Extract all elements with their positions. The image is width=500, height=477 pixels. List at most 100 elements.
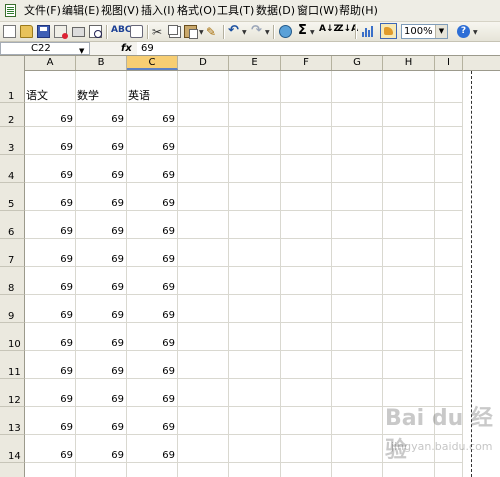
- name-box[interactable]: C22 ▼: [0, 42, 90, 55]
- formula-input[interactable]: 69: [137, 42, 500, 55]
- cell-c4[interactable]: 69: [127, 155, 178, 183]
- row-header-3[interactable]: 3: [0, 127, 25, 155]
- cell-c12[interactable]: 69: [127, 379, 178, 407]
- cell-g3[interactable]: [332, 127, 383, 155]
- column-header-d[interactable]: D: [178, 56, 229, 70]
- cell-b8[interactable]: 69: [76, 267, 127, 295]
- cell-b2[interactable]: 69: [76, 103, 127, 127]
- cell-a10[interactable]: 69: [25, 323, 76, 351]
- column-header-g[interactable]: G: [332, 56, 383, 70]
- row-header-12[interactable]: 12: [0, 379, 25, 407]
- row-header-8[interactable]: 8: [0, 267, 25, 295]
- cell-a15[interactable]: 69: [25, 463, 76, 477]
- column-header-c[interactable]: C: [127, 56, 178, 70]
- cell-e5[interactable]: [229, 183, 281, 211]
- cell-e7[interactable]: [229, 239, 281, 267]
- cell-c3[interactable]: 69: [127, 127, 178, 155]
- cell-f5[interactable]: [281, 183, 332, 211]
- menu-insert[interactable]: 插入(I): [141, 5, 175, 17]
- chart-wizard-icon[interactable]: [361, 25, 373, 38]
- cell-a4[interactable]: 69: [25, 155, 76, 183]
- cell-h9[interactable]: [383, 295, 435, 323]
- cell-a13[interactable]: 69: [25, 407, 76, 435]
- cell-b14[interactable]: 69: [76, 435, 127, 463]
- cell-i6[interactable]: [435, 211, 463, 239]
- cell-i13[interactable]: [435, 407, 463, 435]
- cell-g1[interactable]: [332, 71, 383, 103]
- cell-d3[interactable]: [178, 127, 229, 155]
- row-header-6[interactable]: 6: [0, 211, 25, 239]
- cell-f4[interactable]: [281, 155, 332, 183]
- cell-c1[interactable]: 英语: [127, 71, 178, 103]
- cell-h8[interactable]: [383, 267, 435, 295]
- row-header-1[interactable]: 1: [0, 71, 25, 103]
- cell-i9[interactable]: [435, 295, 463, 323]
- cell-e4[interactable]: [229, 155, 281, 183]
- cell-g7[interactable]: [332, 239, 383, 267]
- cell-e1[interactable]: [229, 71, 281, 103]
- cell-i10[interactable]: [435, 323, 463, 351]
- cell-c10[interactable]: 69: [127, 323, 178, 351]
- cell-f11[interactable]: [281, 351, 332, 379]
- cell-d1[interactable]: [178, 71, 229, 103]
- row-header-5[interactable]: 5: [0, 183, 25, 211]
- column-header-e[interactable]: E: [229, 56, 281, 70]
- excel-app-icon[interactable]: [5, 4, 16, 17]
- cell-g4[interactable]: [332, 155, 383, 183]
- cell-e15[interactable]: [229, 463, 281, 477]
- cell-d12[interactable]: [178, 379, 229, 407]
- cell-i8[interactable]: [435, 267, 463, 295]
- cell-f14[interactable]: [281, 435, 332, 463]
- new-document-icon[interactable]: [3, 25, 16, 38]
- cell-d11[interactable]: [178, 351, 229, 379]
- cell-c13[interactable]: 69: [127, 407, 178, 435]
- row-header-9[interactable]: 9: [0, 295, 25, 323]
- cell-f7[interactable]: [281, 239, 332, 267]
- save-icon[interactable]: [37, 25, 50, 38]
- cell-b11[interactable]: 69: [76, 351, 127, 379]
- cell-d7[interactable]: [178, 239, 229, 267]
- cell-g8[interactable]: [332, 267, 383, 295]
- cell-b15[interactable]: 69: [76, 463, 127, 477]
- cut-icon[interactable]: ✂: [152, 25, 164, 39]
- cell-g6[interactable]: [332, 211, 383, 239]
- cell-a12[interactable]: 69: [25, 379, 76, 407]
- cell-f8[interactable]: [281, 267, 332, 295]
- cell-h2[interactable]: [383, 103, 435, 127]
- menu-edit[interactable]: 编辑(E): [62, 5, 100, 17]
- menu-format[interactable]: 格式(O): [177, 5, 216, 17]
- cell-h4[interactable]: [383, 155, 435, 183]
- menu-help[interactable]: 帮助(H): [339, 5, 378, 17]
- cell-a9[interactable]: 69: [25, 295, 76, 323]
- spelling-icon[interactable]: ABC: [111, 25, 131, 38]
- autosum-dropdown-arrow-icon[interactable]: ▼: [310, 29, 315, 36]
- cell-b10[interactable]: 69: [76, 323, 127, 351]
- hyperlink-icon[interactable]: [279, 25, 292, 38]
- column-header-i[interactable]: I: [435, 56, 463, 70]
- cell-b9[interactable]: 69: [76, 295, 127, 323]
- open-folder-icon[interactable]: [20, 25, 33, 38]
- cell-i12[interactable]: [435, 379, 463, 407]
- cell-e10[interactable]: [229, 323, 281, 351]
- cell-f13[interactable]: [281, 407, 332, 435]
- format-painter-icon[interactable]: ✎: [206, 25, 219, 39]
- undo-dropdown-arrow-icon[interactable]: ▼: [242, 29, 247, 36]
- cell-h10[interactable]: [383, 323, 435, 351]
- cell-a14[interactable]: 69: [25, 435, 76, 463]
- cell-i4[interactable]: [435, 155, 463, 183]
- cell-g13[interactable]: [332, 407, 383, 435]
- print-icon[interactable]: [72, 27, 85, 37]
- redo-icon[interactable]: ↷: [251, 23, 263, 38]
- row-header-11[interactable]: 11: [0, 351, 25, 379]
- cell-a5[interactable]: 69: [25, 183, 76, 211]
- cell-i14[interactable]: [435, 435, 463, 463]
- cell-f12[interactable]: [281, 379, 332, 407]
- row-header-10[interactable]: 10: [0, 323, 25, 351]
- cell-b7[interactable]: 69: [76, 239, 127, 267]
- cell-c2[interactable]: 69: [127, 103, 178, 127]
- cell-i15[interactable]: [435, 463, 463, 477]
- cell-d14[interactable]: [178, 435, 229, 463]
- cell-d10[interactable]: [178, 323, 229, 351]
- cell-h3[interactable]: [383, 127, 435, 155]
- print-preview-icon[interactable]: [89, 25, 102, 38]
